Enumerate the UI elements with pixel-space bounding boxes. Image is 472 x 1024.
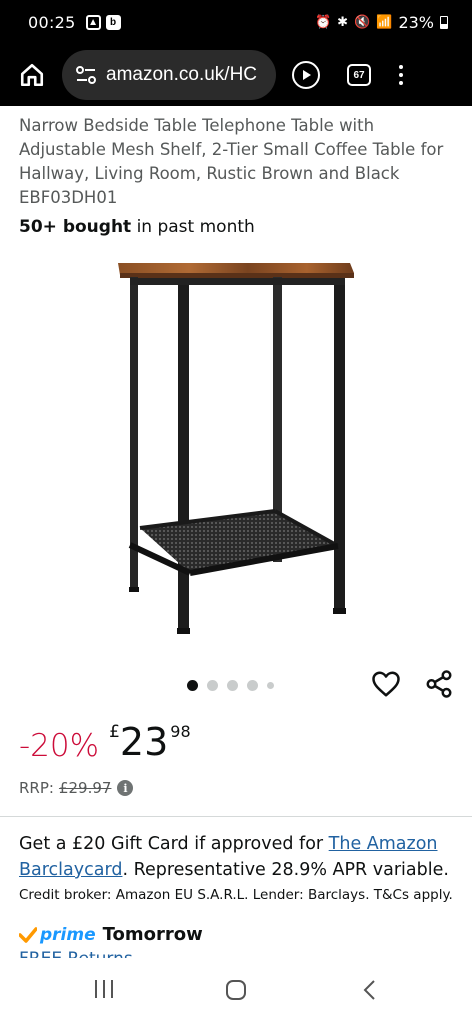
mute-icon: 🔇 <box>354 14 371 29</box>
home-nav-button[interactable] <box>226 980 246 1000</box>
price-whole: 23 <box>119 720 169 764</box>
check-icon <box>19 926 37 943</box>
battery-icon <box>440 15 448 29</box>
home-icon <box>20 63 44 87</box>
product-image[interactable] <box>110 253 360 638</box>
carousel-dot[interactable] <box>247 680 258 691</box>
tune-icon[interactable] <box>76 66 96 84</box>
divider <box>0 816 472 817</box>
rrp-value: £29.97 <box>58 779 112 797</box>
gift-text-before: Get a £20 Gift Card if approved for <box>19 834 329 854</box>
play-icon <box>303 70 311 80</box>
price-currency: £ <box>109 722 120 742</box>
rrp-row: RRP: £29.97 i <box>19 779 134 797</box>
heart-icon[interactable] <box>371 669 401 699</box>
menu-icon[interactable] <box>399 65 403 85</box>
gift-text-after: . Representative 28.9% APR variable. <box>122 860 449 880</box>
image-carousel-dots[interactable] <box>187 680 274 691</box>
notification-icons: ▲ b <box>85 14 121 30</box>
bought-count: 50+ bought <box>19 217 132 237</box>
status-time: 00:25 <box>28 12 76 32</box>
tabs-button[interactable]: 67 <box>347 64 371 86</box>
rrp-label: RRP: <box>19 779 54 797</box>
address-bar[interactable]: amazon.co.uk/HC <box>62 50 276 100</box>
url-text: amazon.co.uk/HC <box>106 64 258 85</box>
prime-delivery: prime Tomorrow <box>19 924 203 945</box>
gallery-icon: ▲ <box>85 14 101 30</box>
home-button[interactable] <box>12 55 52 95</box>
alarm-icon: ⏰ <box>314 14 332 29</box>
carousel-dot[interactable] <box>207 680 218 691</box>
play-button[interactable] <box>292 61 320 89</box>
wifi-icon: 📶 <box>376 14 393 29</box>
battery-percent: 23% <box>398 12 434 32</box>
price-block: -20% £ 23 98 <box>19 720 191 764</box>
back-icon[interactable] <box>360 978 380 1002</box>
gift-card-offer: Get a £20 Gift Card if approved for The … <box>19 831 459 883</box>
bluetooth-icon: ✱ <box>337 14 349 29</box>
credit-broker-text: Credit broker: Amazon EU S.A.R.L. Lender… <box>19 887 453 903</box>
share-icon[interactable] <box>424 669 454 699</box>
discount-percent: -20% <box>19 728 100 764</box>
b-app-icon: b <box>105 14 121 30</box>
delivery-date: Tomorrow <box>102 924 203 945</box>
status-right: ⏰ ✱ 🔇 📶 23% <box>315 13 448 32</box>
bought-rest: in past month <box>131 217 255 237</box>
info-icon[interactable]: i <box>117 780 134 796</box>
carousel-dot[interactable] <box>227 680 238 691</box>
product-title: Narrow Bedside Table Telephone Table wit… <box>19 116 444 207</box>
carousel-dot[interactable] <box>187 680 198 691</box>
recent-apps-button[interactable] <box>95 980 113 998</box>
system-nav-bar <box>0 958 472 1024</box>
bought-badge: 50+ bought in past month <box>19 217 255 237</box>
price-fraction: 98 <box>170 722 191 741</box>
status-bar: 00:25 ▲ b ⏰ ✱ 🔇 📶 23% <box>0 0 472 44</box>
prime-logo: prime <box>40 924 96 945</box>
browser-toolbar: amazon.co.uk/HC 67 <box>0 44 472 106</box>
tabs-icon: 67 <box>353 69 365 81</box>
carousel-dot[interactable] <box>267 682 274 689</box>
